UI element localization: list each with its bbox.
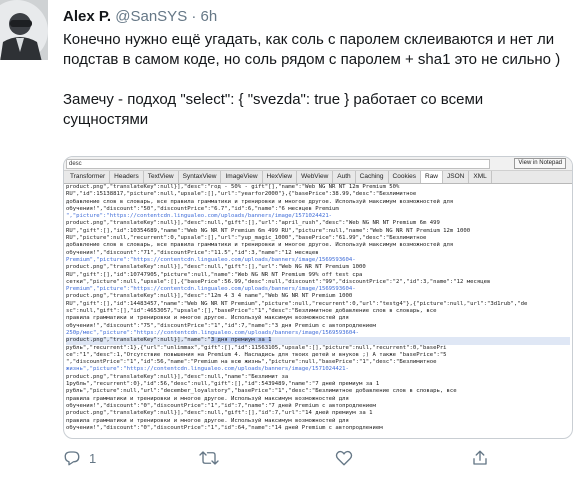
- reply-count: 1: [89, 450, 97, 466]
- like-action[interactable]: [335, 449, 361, 467]
- code-line: product.png","translateKey":null}],"desc…: [66, 184, 400, 190]
- code-line: обучения!","discount":"0","discountPrice…: [66, 402, 376, 409]
- tab-syntaxview[interactable]: SyntaxView: [179, 171, 222, 183]
- code-line: product.png","translateKey":null}],"desc…: [66, 220, 440, 227]
- code-line: product.png","translateKey":null}],"name…: [66, 337, 570, 345]
- code-line: правила грамматики и тренировки и многое…: [66, 417, 349, 424]
- reply-action[interactable]: 1: [63, 449, 96, 467]
- inspector-toolbar: desc View in Notepad: [64, 157, 572, 171]
- reply-icon: [64, 451, 80, 466]
- code-line: ce":"1","desc":1,"Отсутствие повышения н…: [66, 351, 447, 358]
- tab-auth[interactable]: Auth: [333, 171, 356, 183]
- code-line: рубль","picture":null,"url":"december_lo…: [66, 388, 457, 395]
- tweet-actions: 1: [63, 449, 563, 471]
- retweet-icon: [199, 451, 219, 465]
- header-separator: ·: [191, 8, 197, 25]
- code-line: sc":null,"gift":[],"id":4653057,"upsale"…: [66, 308, 437, 315]
- tab-textview[interactable]: TextView: [144, 171, 179, 183]
- code-line: рубль","recurrent":1},{"url":"unlimmax",…: [66, 344, 447, 351]
- attached-screenshot[interactable]: desc View in Notepad Transformer Headers T…: [63, 156, 573, 439]
- tab-webview[interactable]: WebView: [297, 171, 334, 183]
- code-line: 1рубль","recurrent":0},"id":56,"desc":nu…: [66, 381, 380, 388]
- tweet-paragraph: Конечно нужно ещё угадать, как соль с па…: [63, 31, 561, 68]
- code-line: ","discountPrice":"1","id":56,"name":"Pr…: [66, 359, 437, 366]
- share-icon: [473, 450, 487, 465]
- code-line: product.png","translateKey":null}],"desc…: [66, 373, 289, 380]
- like-icon: [335, 450, 353, 466]
- retweet-action[interactable]: [199, 449, 227, 467]
- share-action[interactable]: [471, 449, 489, 467]
- code-line: жизнь","picture":"https://contentcdn.lin…: [66, 366, 349, 373]
- tab-caching[interactable]: Caching: [356, 171, 389, 183]
- code-line: правила грамматики и тренировки и многое…: [66, 395, 349, 402]
- tab-xml[interactable]: XML: [469, 171, 492, 183]
- tab-raw[interactable]: Raw: [421, 171, 444, 183]
- code-line: RU","id":15138817,"picture":null,"upsale…: [66, 191, 417, 198]
- response-body: product.png","translateKey":null}],"desc…: [66, 184, 570, 430]
- search-highlight: 3 дня премиум за 1: [210, 337, 272, 344]
- tweet-text: Конечно нужно ещё угадать, как соль с па…: [63, 30, 568, 130]
- avatar[interactable]: [0, 0, 48, 60]
- author-handle[interactable]: @SanSYS: [115, 8, 187, 25]
- tweet-header: Alex P. @SanSYS · 6h: [63, 8, 217, 25]
- code-line: правила грамматики и тренировки и многое…: [66, 315, 349, 322]
- find-input[interactable]: desc: [66, 159, 490, 169]
- code-line: добавление слов в словарь, все правила г…: [66, 198, 454, 205]
- tab-imageview[interactable]: ImageView: [221, 171, 263, 183]
- code-line: обучения!","discount":"75","discountPric…: [66, 322, 376, 329]
- code-line: обучения!","discount":"50","discountPric…: [66, 205, 339, 212]
- view-in-notepad-button[interactable]: View in Notepad: [514, 158, 566, 169]
- tab-cookies[interactable]: Cookies: [389, 171, 421, 183]
- tab-transformer[interactable]: Transformer: [66, 171, 111, 183]
- code-line: RU","picture":null,"recurrent":0,"upsale…: [66, 235, 427, 242]
- code-line: RU","gift":[],"id":14483457,"name":"Web …: [66, 300, 528, 307]
- code-line: Premium","picture":"https://contentcdn.l…: [66, 256, 356, 263]
- code-line: сетки","picture":null,"upsale":[],{"base…: [66, 278, 491, 285]
- code-line: product.png","translateKey":null}],"desc…: [66, 410, 373, 417]
- code-line: обучения!","discount":"0","discountPrice…: [66, 424, 383, 430]
- tweet-paragraph: Замечу - подход "select": { "svezda": tr…: [63, 91, 484, 128]
- code-line: product.png","translateKey":null}],"desc…: [66, 264, 366, 271]
- code-line: RU","gift":[],"id":10747905,"picture":nu…: [66, 271, 363, 278]
- code-line: product.png","translateKey":null}],"desc…: [66, 293, 353, 300]
- inspector-tabs: Transformer Headers TextView SyntaxView Imag…: [64, 171, 572, 184]
- code-line: 250р/мес","picture":"https://contentcdn.…: [66, 329, 359, 336]
- tab-json[interactable]: JSON: [443, 171, 470, 183]
- code-line: Premium","picture":"https://contentcdn.l…: [66, 286, 356, 293]
- tab-headers[interactable]: Headers: [110, 171, 144, 183]
- tab-hexview[interactable]: HexView: [263, 171, 298, 183]
- code-line: ","picture":"https://contentcdn.linguale…: [66, 213, 333, 220]
- avatar-figure-icon: [0, 13, 42, 60]
- author-name[interactable]: Alex P.: [63, 8, 111, 25]
- code-line: RU","gift":[],"id":10354689,"name":"Web …: [66, 227, 471, 234]
- code-line: добавление слов в словарь, все правила г…: [66, 242, 454, 249]
- code-line: обучения!","discount":"71","discountPric…: [66, 249, 319, 256]
- tweet-time[interactable]: 6h: [201, 8, 218, 25]
